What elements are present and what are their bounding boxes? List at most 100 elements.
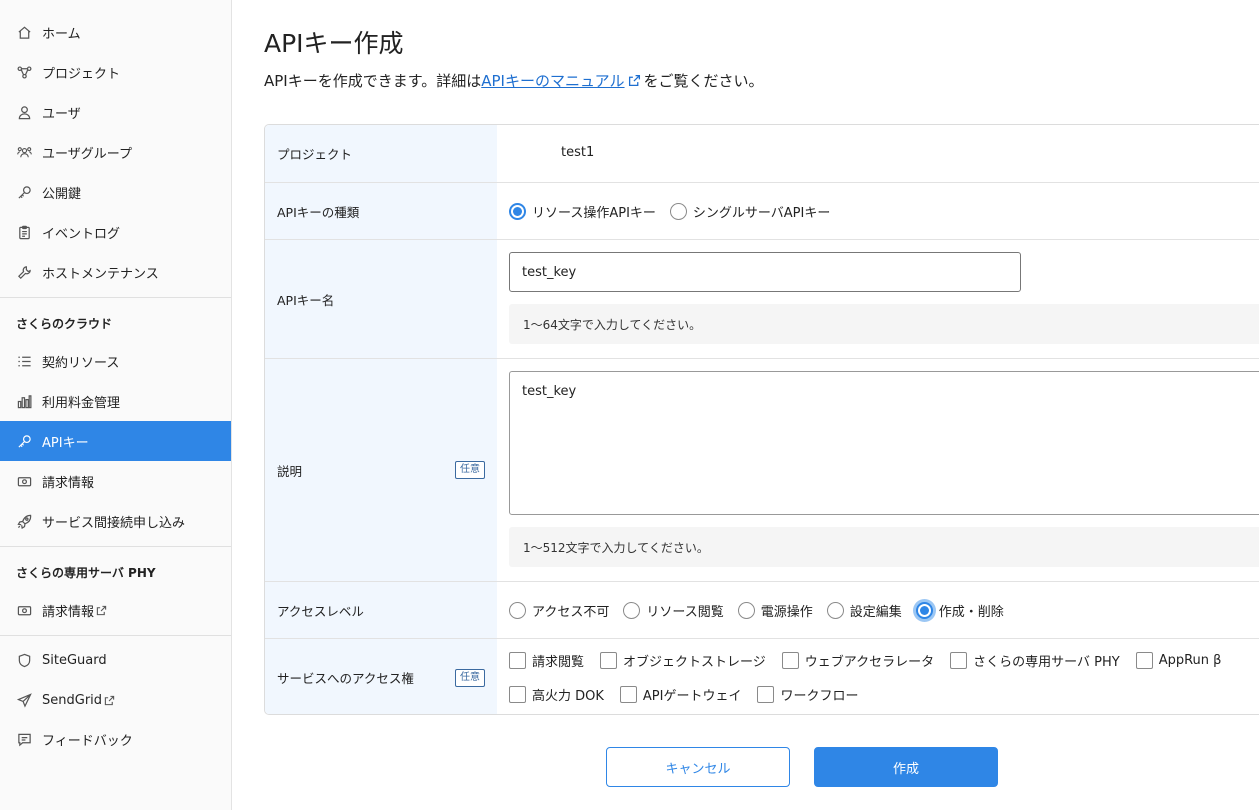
sidebar-item-sendgrid[interactable]: SendGrid bbox=[0, 680, 231, 720]
checkbox-apprun[interactable]: AppRun β bbox=[1135, 652, 1221, 669]
radio-label: 設定編集 bbox=[849, 605, 902, 620]
name-field-cell: test_key 1〜64文字で入力してください。 bbox=[497, 240, 1259, 358]
checkbox-box bbox=[757, 686, 775, 703]
api-key-manual-link[interactable]: APIキーのマニュアル bbox=[481, 72, 624, 90]
key-type-radio-resource[interactable]: リソース操作APIキー bbox=[509, 202, 656, 221]
sidebar-item-api-key[interactable]: APIキー bbox=[0, 421, 231, 461]
checkbox-box bbox=[781, 652, 799, 669]
checkbox-label: オブジェクトストレージ bbox=[623, 655, 766, 670]
checkbox-label: APIゲートウェイ bbox=[642, 689, 742, 704]
sidebar-item-siteguard[interactable]: SiteGuard bbox=[0, 640, 231, 680]
optional-badge: 任意 bbox=[455, 668, 485, 687]
sidebar-item-contract-resources[interactable]: 契約リソース bbox=[0, 341, 231, 381]
project-label: プロジェクト bbox=[265, 125, 497, 182]
description-label-cell: 説明 任意 bbox=[265, 359, 497, 581]
sidebar-item-billing-info[interactable]: 請求情報 bbox=[0, 461, 231, 501]
sidebar-item-label: プロジェクト bbox=[42, 66, 121, 82]
sidebar-item-label: 利用料金管理 bbox=[42, 395, 121, 411]
sidebar-item-service-connection[interactable]: サービス間接続申し込み bbox=[0, 501, 231, 541]
project-icon bbox=[16, 64, 32, 80]
form-row-name: APIキー名 test_key 1〜64文字で入力してください。 bbox=[265, 239, 1259, 358]
checkbox-label: 高火力 DOK bbox=[532, 689, 604, 704]
checkbox-object-storage[interactable]: オブジェクトストレージ bbox=[600, 651, 766, 670]
checkbox-box bbox=[619, 686, 637, 703]
key-type-radio-group: リソース操作APIキー シングルサーバAPIキー bbox=[509, 202, 844, 221]
checkbox-box bbox=[950, 652, 968, 669]
sidebar-item-feedback[interactable]: フィードバック bbox=[0, 719, 231, 759]
rocket-icon bbox=[16, 513, 32, 529]
radio-label: リソース閲覧 bbox=[646, 605, 724, 620]
radio-label: 電源操作 bbox=[760, 605, 813, 620]
checkbox-billing-view[interactable]: 請求閲覧 bbox=[509, 651, 584, 670]
sidebar-item-user[interactable]: ユーザ bbox=[0, 92, 231, 132]
key-icon bbox=[16, 433, 32, 449]
sidebar-item-label: SiteGuard bbox=[42, 652, 107, 668]
form-row-description: 説明 任意 test_key 1〜512文字で入力してください。 bbox=[265, 358, 1259, 581]
sidebar-item-label: 契約リソース bbox=[42, 355, 120, 371]
sidebar-item-public-key[interactable]: 公開鍵 bbox=[0, 172, 231, 212]
radio-unchecked bbox=[826, 602, 844, 619]
clipboard-icon bbox=[16, 224, 32, 240]
sidebar-divider bbox=[0, 297, 231, 298]
sidebar-item-label: SendGrid bbox=[42, 692, 103, 708]
sidebar-item-label: ユーザグループ bbox=[42, 146, 132, 162]
key-type-radio-single-server[interactable]: シングルサーバAPIキー bbox=[669, 202, 830, 221]
optional-badge: 任意 bbox=[455, 461, 485, 479]
sidebar-item-label: フィードバック bbox=[42, 733, 133, 749]
sidebar-divider bbox=[0, 635, 231, 636]
access-level-radio-none[interactable]: アクセス不可 bbox=[509, 601, 609, 620]
description-textarea[interactable]: test_key bbox=[509, 371, 1259, 515]
access-level-radio-create-delete[interactable]: 作成・削除 bbox=[915, 601, 1004, 620]
sidebar-section-cloud: さくらのクラウド bbox=[16, 317, 113, 331]
sidebar-item-event-log[interactable]: イベントログ bbox=[0, 212, 231, 252]
radio-unchecked bbox=[669, 203, 687, 220]
cancel-button[interactable]: キャンセル bbox=[606, 747, 790, 787]
sidebar: ホーム プロジェクト ユーザ ユーザグループ 公開鍵 イベントログ ホストメンテ… bbox=[0, 0, 232, 810]
form-row-service-access: サービスへのアクセス権 任意 請求閲覧 オブジェクトストレージ ウェブアクセラレ… bbox=[265, 638, 1259, 714]
sidebar-item-user-group[interactable]: ユーザグループ bbox=[0, 132, 231, 172]
external-link-icon bbox=[104, 695, 115, 705]
send-icon bbox=[16, 692, 32, 708]
checkbox-box bbox=[509, 652, 526, 669]
sidebar-item-billing-management[interactable]: 利用料金管理 bbox=[0, 381, 231, 421]
key-type-options: リソース操作APIキー シングルサーバAPIキー bbox=[497, 183, 1259, 239]
sidebar-item-label: ユーザ bbox=[42, 106, 81, 122]
access-level-radio-power[interactable]: 電源操作 bbox=[737, 601, 813, 620]
main-content: APIキー作成 APIキーを作成できます。詳細はAPIキーのマニュアル をご覧くだ… bbox=[232, 0, 1259, 810]
access-level-label: アクセスレベル bbox=[265, 582, 497, 638]
radio-unchecked bbox=[737, 602, 755, 619]
key-icon bbox=[16, 184, 32, 200]
sidebar-item-label: ホストメンテナンス bbox=[42, 266, 159, 282]
service-access-options: 請求閲覧 オブジェクトストレージ ウェブアクセラレータ さくらの専用サーバ PH… bbox=[497, 639, 1259, 714]
access-level-radio-edit[interactable]: 設定編集 bbox=[826, 601, 902, 620]
intro-before: APIキーを作成できます。詳細は bbox=[264, 72, 482, 90]
create-button[interactable]: 作成 bbox=[814, 747, 998, 787]
api-key-name-input[interactable]: test_key bbox=[509, 252, 1021, 292]
sidebar-item-project[interactable]: プロジェクト bbox=[0, 52, 231, 92]
bar-chart-icon bbox=[16, 393, 32, 409]
form-row-project: プロジェクト test1 bbox=[265, 125, 1259, 182]
access-level-radio-view[interactable]: リソース閲覧 bbox=[623, 601, 724, 620]
checkbox-dok[interactable]: 高火力 DOK bbox=[509, 685, 604, 704]
sidebar-divider bbox=[0, 546, 231, 547]
checkbox-web-accelerator[interactable]: ウェブアクセラレータ bbox=[781, 651, 935, 670]
checkbox-workflow[interactable]: ワークフロー bbox=[757, 685, 859, 704]
sidebar-item-label: 請求情報 bbox=[42, 604, 95, 620]
checkbox-api-gateway[interactable]: APIゲートウェイ bbox=[619, 685, 742, 704]
page-title: APIキー作成 bbox=[264, 29, 404, 58]
feedback-icon bbox=[16, 731, 32, 747]
sidebar-item-host-maintenance[interactable]: ホストメンテナンス bbox=[0, 252, 231, 292]
checkbox-box bbox=[509, 686, 526, 703]
sidebar-section-phy: さくらの専用サーバ PHY bbox=[16, 566, 156, 580]
description-hint: 1〜512文字で入力してください。 bbox=[509, 527, 1259, 567]
sidebar-item-phy-billing-info[interactable]: 請求情報 bbox=[0, 590, 231, 630]
user-icon bbox=[16, 104, 32, 120]
user-group-icon bbox=[16, 144, 32, 160]
service-access-row-1: 請求閲覧 オブジェクトストレージ ウェブアクセラレータ さくらの専用サーバ PH… bbox=[509, 651, 1237, 670]
form-row-key-type: APIキーの種類 リソース操作APIキー シングルサーバAPIキー bbox=[265, 182, 1259, 239]
checkbox-dedicated-server-phy[interactable]: さくらの専用サーバ PHY bbox=[950, 651, 1120, 670]
radio-checked bbox=[509, 203, 526, 220]
checkbox-label: ウェブアクセラレータ bbox=[804, 655, 935, 670]
checkbox-label: 請求閲覧 bbox=[532, 655, 585, 670]
sidebar-item-home[interactable]: ホーム bbox=[0, 12, 231, 52]
